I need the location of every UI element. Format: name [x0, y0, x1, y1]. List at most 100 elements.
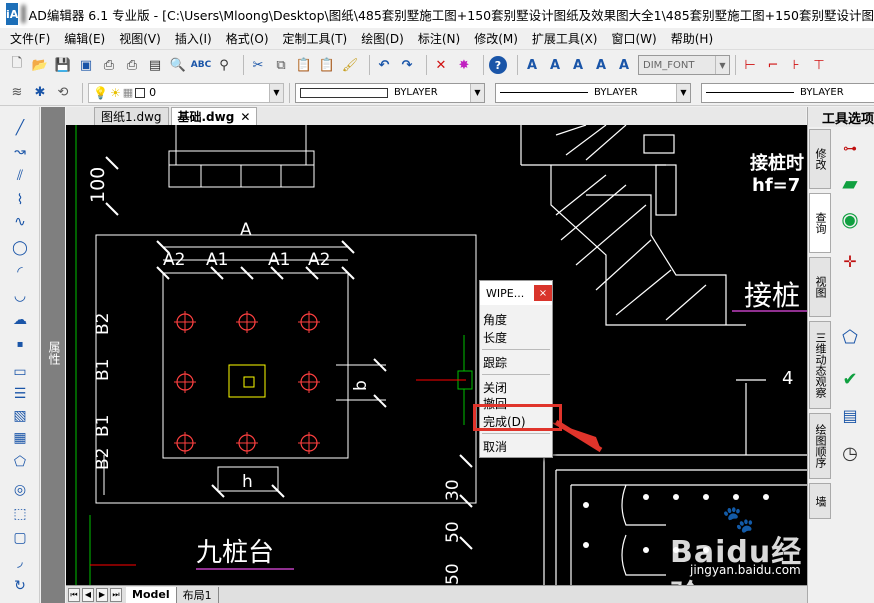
- dimension-baseline-icon[interactable]: ⊤: [810, 56, 828, 74]
- revision-cloud-icon[interactable]: ☁: [10, 311, 30, 329]
- tab-layout1[interactable]: 布局1: [177, 586, 219, 603]
- time-icon[interactable]: ◷: [836, 439, 864, 467]
- save-as-icon[interactable]: ▣: [77, 56, 95, 74]
- dimension-linear-icon[interactable]: ⊢: [741, 56, 759, 74]
- menu-file[interactable]: 文件(F): [10, 30, 50, 47]
- polyline-icon[interactable]: ⌇: [10, 191, 30, 209]
- dim-font-select[interactable]: DIM_FONT ▼: [638, 55, 730, 75]
- paste-special-icon[interactable]: 📋: [318, 56, 336, 74]
- redo-icon[interactable]: ↷: [398, 56, 416, 74]
- drawing-canvas[interactable]: 100 A A2 A1 A1 A2 B2 B1 B1 B2 b h 九桩台 接桩…: [66, 125, 807, 585]
- palette-tab-wall[interactable]: 墙: [809, 483, 831, 519]
- tab-drawing1[interactable]: 图纸1.dwg: [94, 107, 169, 125]
- dimension-aligned-icon[interactable]: ⌐: [764, 56, 782, 74]
- next-tab-icon[interactable]: ▶: [96, 587, 108, 602]
- binoculars-icon[interactable]: ⚲: [215, 56, 233, 74]
- spellcheck-icon[interactable]: ABC: [191, 56, 211, 74]
- lineweight-select[interactable]: BYLAYER: [701, 82, 874, 103]
- menu-modify[interactable]: 修改(M): [474, 30, 518, 47]
- multiline-text-icon[interactable]: A: [569, 56, 587, 74]
- palette-tab-3d-orbit[interactable]: 三维动态观察: [809, 321, 831, 409]
- list-icon[interactable]: ⬠: [836, 323, 864, 351]
- copy-icon[interactable]: ⧉: [272, 56, 290, 74]
- hatch-icon[interactable]: ▧: [10, 407, 30, 425]
- edit-text-icon[interactable]: A: [592, 56, 610, 74]
- menu-help[interactable]: 帮助(H): [671, 30, 713, 47]
- menu-extend-tools[interactable]: 扩展工具(X): [532, 30, 598, 47]
- sync-icon[interactable]: ↻: [10, 577, 30, 595]
- tab-model[interactable]: Model: [126, 586, 177, 603]
- menu-item-cancel[interactable]: 取消: [482, 438, 548, 454]
- area-icon[interactable]: ▰: [836, 169, 864, 197]
- dimension-ordinate-icon[interactable]: ⊦: [787, 56, 805, 74]
- publish-icon[interactable]: ▤: [146, 56, 164, 74]
- close-icon[interactable]: ×: [534, 285, 552, 301]
- fillet-icon[interactable]: ◞: [10, 553, 30, 571]
- new-icon[interactable]: 🗋: [8, 56, 26, 74]
- arc-icon[interactable]: ◜: [10, 263, 30, 281]
- construction-line-icon[interactable]: ⫽: [10, 167, 30, 185]
- region-mass-icon[interactable]: ◉: [836, 205, 864, 233]
- ellipse-arc-icon[interactable]: ◡: [10, 287, 30, 305]
- tab-foundation[interactable]: 基础.dwg ✕: [170, 107, 258, 125]
- prev-tab-icon[interactable]: ◀: [82, 587, 94, 602]
- menu-item-track[interactable]: 跟踪: [482, 354, 548, 370]
- layer-previous-icon[interactable]: ⟲: [54, 84, 72, 102]
- last-tab-icon[interactable]: ⏭: [110, 587, 122, 602]
- block-icon[interactable]: ▦: [10, 429, 30, 447]
- match-properties-icon[interactable]: 🖌: [341, 56, 359, 74]
- menu-format[interactable]: 格式(O): [226, 30, 269, 47]
- undo-icon[interactable]: ↶: [375, 56, 393, 74]
- line-icon[interactable]: ╱: [10, 119, 30, 137]
- explode-icon[interactable]: ✸: [455, 56, 473, 74]
- color-select[interactable]: BYLAYER ▼: [295, 82, 485, 103]
- properties-strip[interactable]: 属性: [41, 107, 65, 603]
- linetype-select[interactable]: BYLAYER ▼: [495, 82, 691, 103]
- boundary-icon[interactable]: ▢: [10, 529, 30, 547]
- ray-icon[interactable]: ↝: [10, 143, 30, 161]
- help-icon[interactable]: ?: [489, 56, 507, 74]
- palette-tab-modify[interactable]: 修改: [809, 129, 831, 189]
- id-point-icon[interactable]: ✛: [836, 247, 864, 275]
- text-style-icon[interactable]: A: [523, 56, 541, 74]
- rectangle-icon[interactable]: ▭: [10, 363, 30, 381]
- distance-icon[interactable]: ⊶: [836, 135, 864, 163]
- menu-edit[interactable]: 编辑(E): [64, 30, 105, 47]
- table-icon[interactable]: ☰: [10, 385, 30, 403]
- variable-icon[interactable]: ▤: [836, 401, 864, 429]
- cut-icon[interactable]: ✂: [249, 56, 267, 74]
- close-icon[interactable]: ✕: [240, 110, 250, 124]
- find-text-icon[interactable]: A: [615, 56, 633, 74]
- erase-icon[interactable]: ✕: [432, 56, 450, 74]
- layer-manager-icon[interactable]: ≋: [8, 84, 26, 102]
- status-icon[interactable]: ✔: [836, 365, 864, 393]
- donut-icon[interactable]: ◎: [10, 481, 30, 499]
- print-preview-icon[interactable]: ⎙: [123, 56, 141, 74]
- wipeout-icon[interactable]: ⬚: [10, 505, 30, 523]
- palette-tab-draw-order[interactable]: 绘图顺序: [809, 413, 831, 479]
- spline-icon[interactable]: ∿: [10, 213, 30, 231]
- menu-custom-tools[interactable]: 定制工具(T): [283, 30, 348, 47]
- palette-tab-view[interactable]: 视图: [809, 257, 831, 317]
- circle-icon[interactable]: ◯: [10, 239, 30, 257]
- layer-state-icon[interactable]: ✱: [31, 84, 49, 102]
- open-icon[interactable]: 📂: [31, 56, 49, 74]
- print-icon[interactable]: ⎙: [100, 56, 118, 74]
- palette-tab-inquiry[interactable]: 查询: [809, 193, 831, 253]
- menu-window[interactable]: 窗口(W): [612, 30, 657, 47]
- layer-select[interactable]: 💡 ☀ ▦ 0 ▼: [88, 82, 284, 103]
- point-icon[interactable]: ▪: [10, 335, 30, 353]
- paste-icon[interactable]: 📋: [295, 56, 313, 74]
- menu-item-close[interactable]: 关闭: [482, 379, 548, 395]
- find-icon[interactable]: 🔍: [169, 56, 187, 74]
- first-tab-icon[interactable]: ⏮: [68, 587, 80, 602]
- menu-view[interactable]: 视图(V): [119, 30, 161, 47]
- menu-draw[interactable]: 绘图(D): [361, 30, 404, 47]
- menu-insert[interactable]: 插入(I): [175, 30, 212, 47]
- save-icon[interactable]: 💾: [54, 56, 72, 74]
- menu-item-angle[interactable]: 角度: [482, 311, 548, 327]
- menu-dimension[interactable]: 标注(N): [418, 30, 460, 47]
- region-icon[interactable]: ⬠: [10, 453, 30, 471]
- text-icon[interactable]: A: [546, 56, 564, 74]
- menu-item-length[interactable]: 长度: [482, 329, 548, 345]
